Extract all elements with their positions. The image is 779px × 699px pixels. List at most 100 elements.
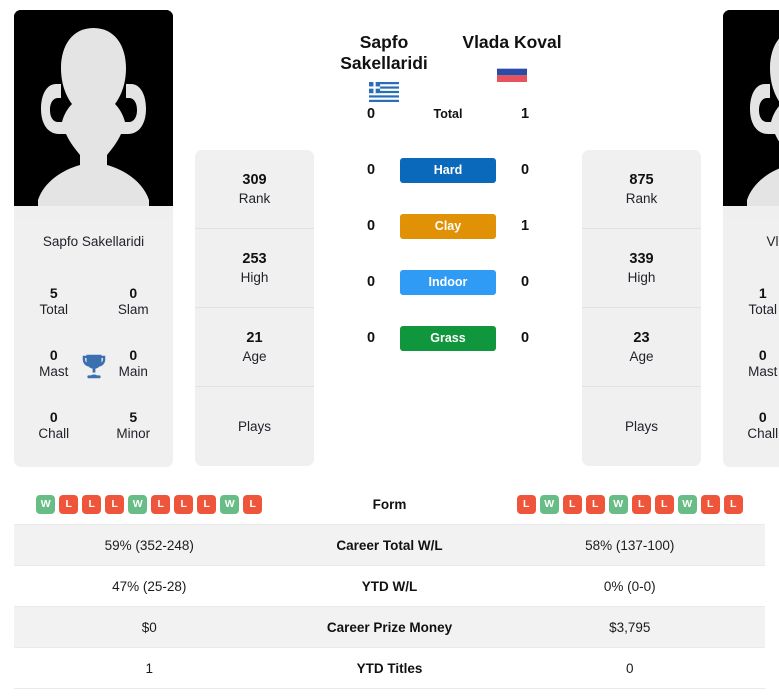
- left-player-card[interactable]: Sapfo Sakellaridi 5 Total 0 Slam 0 Mast …: [14, 10, 173, 467]
- right-form-badge[interactable]: L: [631, 494, 651, 514]
- right-career-prize-money: $3,795: [609, 619, 651, 635]
- right-age-cell: 23 Age: [582, 308, 701, 387]
- h2h-row-clay: 0 Clay 1: [314, 198, 582, 254]
- row-label-ytd-titles: YTD Titles: [356, 660, 423, 676]
- h2h-grass-right: 0: [520, 330, 530, 347]
- left-form-badge[interactable]: L: [105, 494, 125, 514]
- left-player-name: Sapfo Sakellaridi: [320, 32, 448, 73]
- russia-flag: [497, 61, 527, 82]
- left-high-cell: 253 High: [195, 229, 314, 308]
- h2h-hard-mid: Hard: [400, 157, 496, 183]
- left-form-badge[interactable]: L: [197, 494, 217, 514]
- right-form-badge[interactable]: W: [608, 494, 628, 514]
- right-form-badge[interactable]: L: [585, 494, 605, 514]
- h2h-total-mid: Total: [400, 105, 496, 123]
- left-titles-minor: 5 Minor: [94, 395, 174, 457]
- row-label-ytd-wl: YTD W/L: [361, 578, 418, 594]
- left-form-badge[interactable]: L: [59, 494, 79, 514]
- right-form-badge[interactable]: L: [723, 494, 743, 514]
- left-form-badge[interactable]: W: [128, 494, 148, 514]
- left-form-badge[interactable]: L: [151, 494, 171, 514]
- right-form-badge[interactable]: W: [539, 494, 559, 514]
- left-rank-label: Rank: [238, 190, 271, 206]
- right-form-badge[interactable]: W: [677, 494, 697, 514]
- left-titles-grid: 5 Total 0 Slam 0 Mast 0 Main 0 Chall 5 M…: [14, 265, 173, 467]
- left-player-name-line1: Sapfo: [359, 32, 409, 52]
- left-age-value: 21: [246, 329, 263, 346]
- left-form-badge[interactable]: W: [36, 494, 56, 514]
- comparison-table: WLLLWLLLWL Form LWLLWLLWLL 59% (352-248)…: [14, 484, 765, 689]
- surface-badge-clay[interactable]: Clay: [400, 213, 496, 239]
- right-titles-total-label: Total: [748, 302, 778, 318]
- h2h-total-left: 0: [366, 106, 376, 123]
- h2h-clay-right: 1: [520, 218, 530, 235]
- left-age-cell: 21 Age: [195, 308, 314, 387]
- right-titles-mast: 0 Mast: [723, 333, 779, 395]
- surface-badge-hard[interactable]: Hard: [400, 157, 496, 183]
- left-titles-chall-value: 0: [49, 408, 58, 425]
- right-rank-cell: 875 Rank: [582, 150, 701, 229]
- right-form-badge[interactable]: L: [562, 494, 582, 514]
- right-plays-label: Plays: [624, 418, 658, 434]
- right-high-cell: 339 High: [582, 229, 701, 308]
- h2h-row-indoor: 0 Indoor 0: [314, 254, 582, 310]
- right-form-badge[interactable]: L: [654, 494, 674, 514]
- left-titles-mast-label: Mast: [39, 364, 69, 380]
- surface-badge-indoor[interactable]: Indoor: [400, 269, 496, 295]
- left-titles-chall-label: Chall: [38, 426, 70, 442]
- left-form-badge[interactable]: W: [220, 494, 240, 514]
- titles-row-mid: 0 Mast 0 Main: [723, 333, 779, 395]
- comparison-header: Sapfo Sakellaridi 5 Total 0 Slam 0 Mast …: [0, 0, 779, 467]
- surface-badge-grass[interactable]: Grass: [400, 325, 496, 351]
- left-ytd-titles: 1: [145, 660, 153, 676]
- right-titles-total: 1 Total: [723, 271, 779, 333]
- table-row-ytd-wl: 47% (25-28) YTD W/L 0% (0-0): [14, 566, 765, 607]
- h2h-grass-mid: Grass: [400, 325, 496, 351]
- left-titles-total-value: 5: [49, 284, 58, 301]
- row-label-career-prize-money: Career Prize Money: [326, 619, 453, 635]
- h2h-clay-left: 0: [366, 218, 376, 235]
- right-player-photo: [723, 10, 779, 219]
- right-age-label: Age: [629, 348, 654, 364]
- trophy-icon: [77, 349, 111, 383]
- left-titles-mast-value: 0: [49, 346, 58, 363]
- left-form-cell: WLLLWLLLWL: [14, 494, 285, 514]
- table-row-form: WLLLWLLLWL Form LWLLWLLWLL: [14, 484, 765, 525]
- head-to-head-rows: 0 Total 1 0 Hard 0 0 Clay 1 0 Indoor 0 0…: [314, 86, 582, 366]
- person-silhouette-icon: [723, 10, 779, 219]
- right-titles-chall: 0 Chall: [723, 395, 779, 457]
- right-titles-grid: 1 Total 0 Slam 0 Mast 0 Main: [723, 265, 779, 467]
- left-titles-minor-label: Minor: [116, 426, 151, 442]
- row-label-career-total-wl: Career Total W/L: [336, 537, 443, 553]
- titles-row-top: 1 Total 0 Slam: [723, 271, 779, 333]
- right-player-name-line1: Vlada Koval: [462, 32, 562, 52]
- left-form-badge[interactable]: L: [243, 494, 263, 514]
- right-titles-chall-value: 0: [758, 408, 767, 425]
- left-form-badge[interactable]: L: [174, 494, 194, 514]
- right-age-value: 23: [633, 329, 650, 346]
- left-titles-slam-value: 0: [129, 284, 138, 301]
- left-form-badge[interactable]: L: [82, 494, 102, 514]
- left-ytd-wl: 47% (25-28): [112, 578, 187, 594]
- h2h-indoor-mid: Indoor: [400, 269, 496, 295]
- right-titles-mast-value: 0: [758, 346, 767, 363]
- h2h-total-label: Total: [433, 107, 463, 122]
- right-player-card[interactable]: Vlada Koval 1 Total: [723, 10, 779, 467]
- right-form-cell: LWLLWLLWLL: [495, 494, 766, 514]
- right-player-photo-name: Vlada Koval: [723, 219, 779, 265]
- h2h-indoor-left: 0: [366, 274, 376, 291]
- right-player-name: Vlada Koval: [448, 32, 576, 53]
- h2h-hard-left: 0: [366, 162, 376, 179]
- left-titles-main-value: 0: [129, 346, 138, 363]
- right-high-value: 339: [629, 250, 654, 267]
- right-form-badge[interactable]: L: [516, 494, 536, 514]
- right-form-badge[interactable]: L: [700, 494, 720, 514]
- left-titles-total-label: Total: [39, 302, 69, 318]
- left-titles-slam: 0 Slam: [94, 271, 174, 333]
- titles-row-bot: 0 Chall 1 Minor: [723, 395, 779, 457]
- row-label-form: Form: [372, 496, 407, 512]
- titles-row-bot: 0 Chall 5 Minor: [14, 395, 173, 457]
- person-silhouette-icon: [14, 10, 173, 219]
- left-player-photo: [14, 10, 173, 219]
- left-career-total-wl: 59% (352-248): [104, 537, 194, 553]
